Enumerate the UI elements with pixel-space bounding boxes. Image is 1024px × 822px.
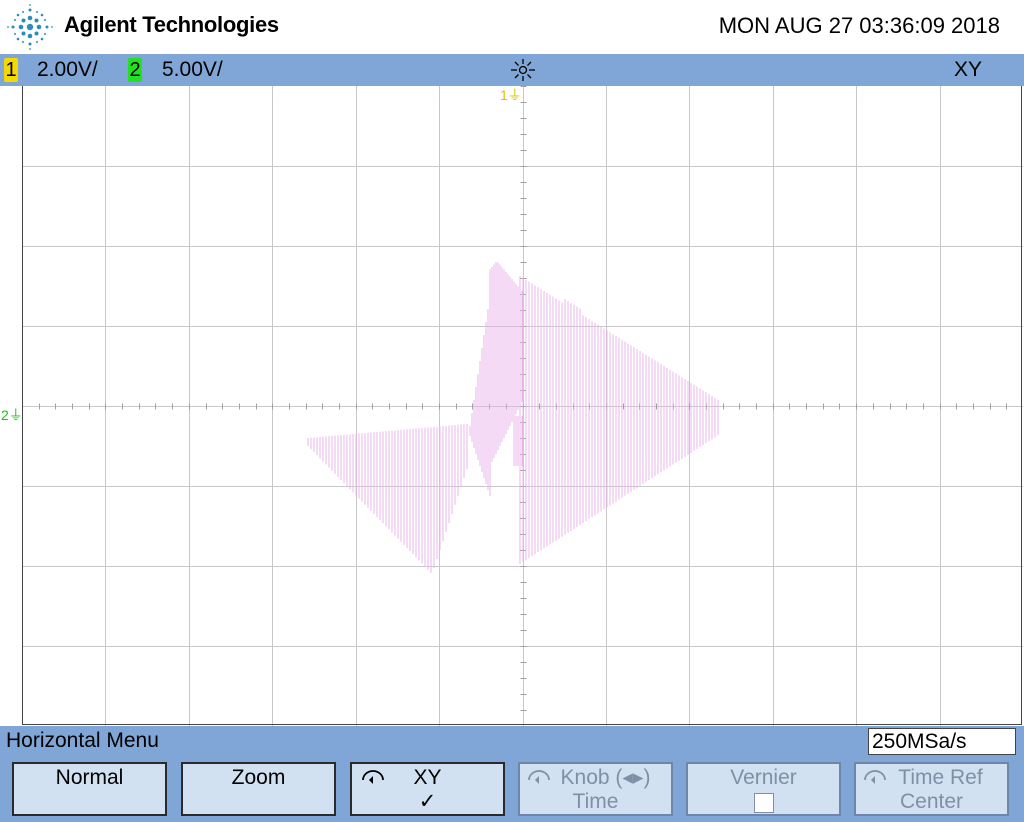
sample-rate-display: 250MSa/s bbox=[868, 728, 1016, 755]
agilent-spark-icon bbox=[7, 4, 53, 50]
ground-arrow-icon: ⏚ bbox=[507, 87, 522, 103]
ground-arrow-icon: ⏚ bbox=[8, 407, 23, 423]
check-icon: ✓ bbox=[418, 790, 437, 813]
channel-2-scale: 5.00V/ bbox=[162, 58, 223, 81]
channel-2-marker-label: 2 bbox=[1, 407, 9, 423]
channel-1-scale: 2.00V/ bbox=[37, 58, 98, 81]
softkey-zoom[interactable]: Zoom bbox=[181, 762, 336, 816]
channel-2-badge[interactable]: 2 bbox=[128, 58, 142, 82]
softkey-sublabel: Time bbox=[572, 790, 619, 813]
vernier-checkbox[interactable] bbox=[688, 790, 839, 814]
softkey-vernier[interactable]: Vernier bbox=[686, 762, 841, 816]
softkey-time-ref[interactable]: Time Ref Center bbox=[854, 762, 1009, 816]
softkey-label: Vernier bbox=[730, 766, 797, 789]
datetime-display: MON AUG 27 03:36:09 2018 bbox=[718, 13, 1000, 38]
softkey-label: XY bbox=[413, 766, 442, 789]
softkey-sublabel: Center bbox=[899, 790, 964, 813]
channel-1-ground-marker[interactable]: 1⏚ bbox=[500, 88, 522, 102]
channel-1-badge[interactable]: 1 bbox=[4, 58, 18, 82]
menu-title: Horizontal Menu bbox=[6, 729, 159, 752]
softkey-label: Normal bbox=[55, 766, 124, 789]
softkey-label: Zoom bbox=[231, 766, 286, 789]
screen-left-margin bbox=[0, 86, 22, 726]
softkey-xy[interactable]: XY ✓ bbox=[350, 762, 505, 816]
softkey-menu-bar: Horizontal Menu 250MSa/s Normal Zoom XY … bbox=[0, 726, 1024, 822]
softkey-label: Knob (◂▸) bbox=[560, 766, 651, 789]
xy-trace bbox=[307, 262, 719, 573]
channel-2-ground-marker[interactable]: 2⏚ bbox=[1, 408, 23, 422]
channel-1-marker-label: 1 bbox=[500, 87, 508, 103]
time-mode-label: XY bbox=[953, 58, 982, 81]
acquisition-sparkle-icon bbox=[511, 59, 535, 81]
header-bar: Agilent Technologies MON AUG 27 03:36:09… bbox=[0, 0, 1024, 54]
softkey-knob-time[interactable]: Knob (◂▸) Time bbox=[518, 762, 673, 816]
softkey-normal[interactable]: Normal bbox=[12, 762, 167, 816]
brand-name: Agilent Technologies bbox=[64, 12, 279, 37]
softkey-label: Time Ref bbox=[898, 766, 983, 789]
waveform-display bbox=[22, 86, 1023, 726]
